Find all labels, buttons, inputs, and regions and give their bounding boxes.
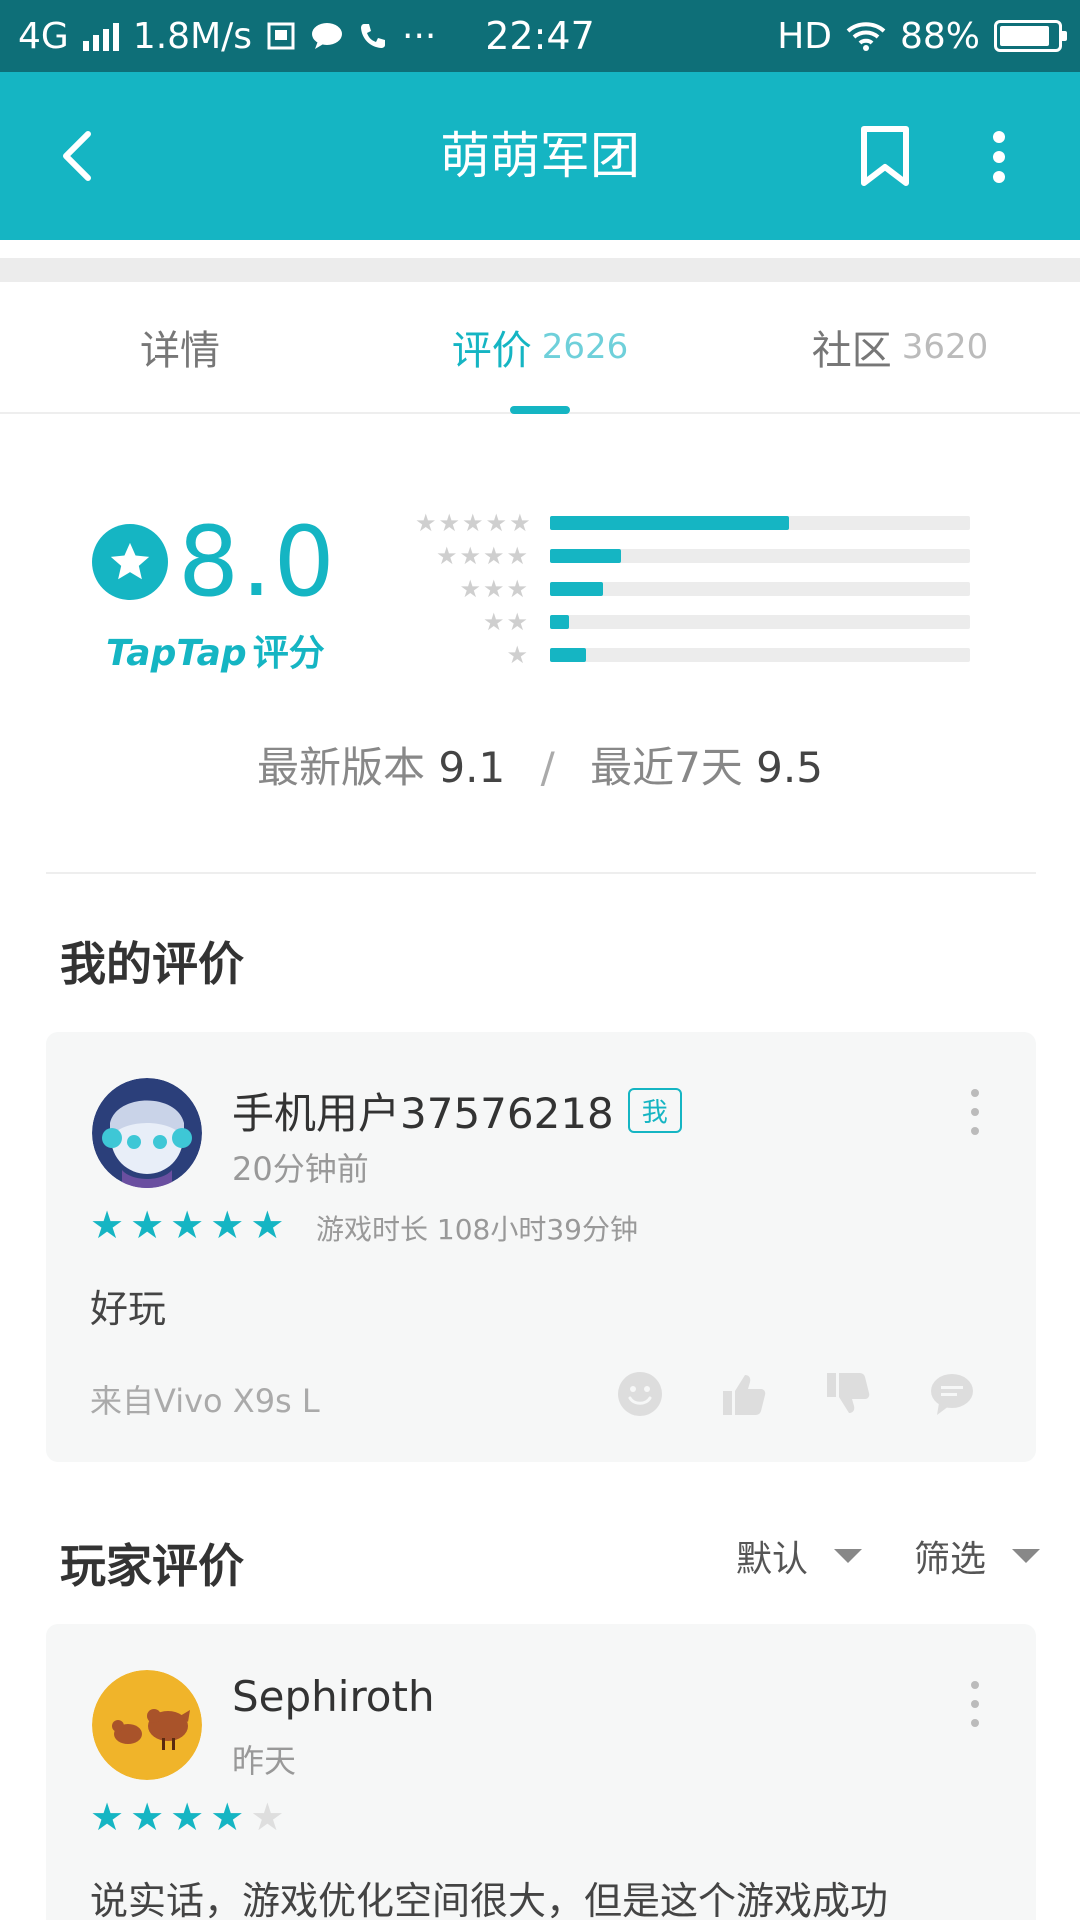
more-options-button[interactable] (964, 122, 1034, 192)
battery-icon (994, 20, 1067, 52)
tab-community-count: 3620 (901, 327, 989, 367)
avatar[interactable] (92, 1670, 202, 1780)
avatar[interactable] (92, 1078, 202, 1188)
section-divider (46, 872, 1036, 874)
bar-fill-2 (550, 614, 569, 629)
rating-bar-2: ★★ (415, 605, 995, 638)
tab-details[interactable]: 详情 (0, 282, 360, 412)
more-vertical-icon (993, 131, 1005, 183)
back-button[interactable] (40, 120, 112, 192)
stars-4-label: ★★★★ (435, 541, 530, 570)
review-actions (616, 1370, 976, 1418)
review-stars: ★ ★ ★ ★ ★ (90, 1206, 284, 1244)
review-stars: ★ ★ ★ ★ ★ (90, 1798, 284, 1836)
taptap-logo: TapTap (106, 633, 247, 674)
review-more-button[interactable] (960, 1084, 990, 1140)
star-filled-icon: ★ (210, 1795, 245, 1839)
rating-bar-3: ★★★ (415, 572, 995, 605)
like-button[interactable] (720, 1370, 768, 1418)
my-review-card: 手机用户37576218 我 20分钟前 ★ ★ ★ ★ ★ 游戏时长 108小时39分… (46, 1032, 1036, 1462)
star-filled-icon: ★ (210, 1203, 245, 1247)
network-speed: 1.8M/s (132, 15, 253, 57)
latest-version-label: 最新版本 (257, 743, 426, 792)
screenshot-icon (267, 22, 295, 50)
filter-dropdown[interactable]: 筛选 (914, 1530, 1040, 1582)
star-filled-icon: ★ (90, 1203, 125, 1247)
smiley-icon (618, 1372, 662, 1416)
tab-bar: 详情 评价 2626 社区 3620 (0, 282, 1080, 414)
star-filled-icon: ★ (130, 1795, 165, 1839)
rating-bar-5: ★★★★★ (415, 506, 995, 539)
dislike-button[interactable] (824, 1370, 872, 1418)
thumbs-down-icon (827, 1373, 870, 1413)
chevron-left-icon (63, 131, 91, 181)
star-filled-icon: ★ (170, 1795, 205, 1839)
star-filled-icon: ★ (250, 1203, 285, 1247)
player-reviews-heading: 玩家评价 (60, 1539, 244, 1593)
dropdown-arrow-icon (833, 1549, 862, 1563)
header-divider (0, 258, 1080, 282)
more-notifications: ··· (402, 15, 437, 57)
user-name[interactable]: 手机用户37576218 我 (232, 1080, 682, 1141)
rating-distribution: ★★★★★ ★★★★ ★★★ ★★ ★ (415, 506, 995, 671)
star-filled-icon: ★ (170, 1203, 205, 1247)
review-text: 好玩 (90, 1287, 167, 1331)
user-name[interactable]: Sephiroth (232, 1672, 435, 1721)
status-bar: 4G 1.8M/s ··· 22:47 HD 88% (0, 0, 1080, 72)
star-filled-icon: ★ (130, 1203, 165, 1247)
stars-1-label: ★ (506, 640, 530, 669)
wifi-icon (846, 22, 886, 51)
message-icon (312, 23, 343, 49)
score-separator: / (540, 743, 555, 792)
star-badge-icon (92, 524, 168, 600)
tab-community[interactable]: 社区 3620 (720, 282, 1080, 412)
bar-fill-3 (550, 581, 603, 596)
bookmark-button[interactable] (850, 122, 920, 192)
me-badge: 我 (627, 1088, 682, 1133)
comment-icon (931, 1374, 973, 1415)
network-type: 4G (18, 15, 69, 57)
playtime: 游戏时长 108小时39分钟 (316, 1213, 638, 1246)
signal-icon (82, 21, 119, 51)
version-scores: 最新版本 9.1 / 最近7天 9.5 (0, 734, 1080, 795)
rating-bar-4: ★★★★ (415, 539, 995, 572)
review-text: 说实话，游戏优化空间很大，但是这个游戏成功 (90, 1879, 889, 1920)
my-review-heading: 我的评价 (60, 937, 244, 991)
stars-3-label: ★★★ (459, 574, 530, 603)
device-info: 来自Vivo X9s L (90, 1382, 320, 1420)
sort-controls: 默认 筛选 (736, 1530, 1040, 1582)
hd-indicator: HD (777, 15, 832, 57)
bar-fill-4 (550, 548, 622, 563)
recent-score: 9.5 (756, 743, 823, 792)
sort-dropdown[interactable]: 默认 (736, 1530, 862, 1582)
thumbs-up-icon (723, 1375, 766, 1415)
player-review-card: Sephiroth 昨天 ★ ★ ★ ★ ★ 说实话，游戏优化空间很大，但是这个游戏成功 (46, 1624, 1036, 1920)
bar-fill-5 (550, 515, 790, 530)
phone-icon (361, 24, 386, 48)
score-label: TapTap 评分 (106, 633, 325, 674)
bar-fill-1 (550, 647, 586, 662)
bookmark-icon (861, 126, 909, 186)
score-block: 8.0 TapTap 评分 (92, 514, 337, 676)
star-filled-icon: ★ (90, 1795, 125, 1839)
tab-reviews-count: 2626 (541, 327, 629, 367)
recent-label: 最近7天 (590, 743, 743, 792)
star-empty-icon: ★ (250, 1795, 285, 1839)
emoji-reaction-button[interactable] (616, 1370, 664, 1418)
review-more-button[interactable] (960, 1676, 990, 1732)
app-bar: 萌萌军团 (0, 72, 1080, 240)
review-time: 昨天 (232, 1742, 297, 1780)
comment-button[interactable] (928, 1370, 976, 1418)
review-time: 20分钟前 (232, 1150, 369, 1188)
rating-summary: 8.0 TapTap 评分 ★★★★★ ★★★★ ★★★ ★★ ★ 最新版本 9.… (0, 414, 1080, 874)
dropdown-arrow-icon (1012, 1549, 1040, 1563)
battery-percent: 88% (899, 15, 980, 57)
tab-reviews[interactable]: 评价 2626 (360, 282, 720, 412)
stars-2-label: ★★ (482, 607, 530, 636)
average-score: 8.0 (178, 506, 337, 618)
latest-version-score: 9.1 (438, 743, 506, 792)
stars-5-label: ★★★★★ (415, 508, 533, 537)
rating-bar-1: ★ (415, 638, 995, 671)
